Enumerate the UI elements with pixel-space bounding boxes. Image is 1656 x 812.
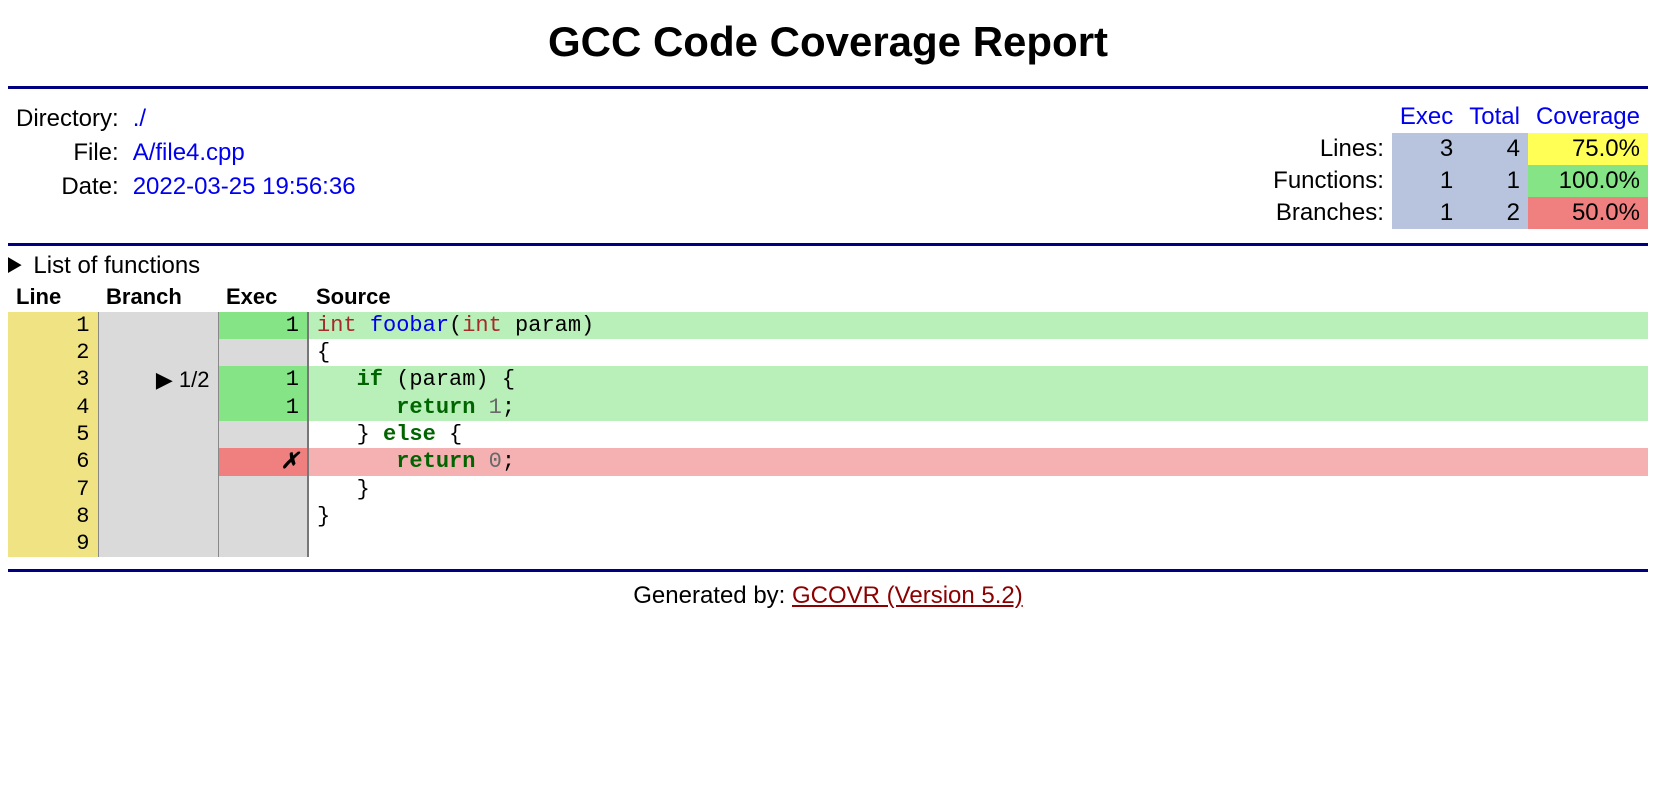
summary-total: 1 <box>1461 165 1528 197</box>
summary-section: Directory: ./ File: A/file4.cpp Date: 20… <box>8 89 1648 243</box>
exec-count: ✗ <box>218 448 308 476</box>
col-header-exec: Exec <box>218 282 308 312</box>
line-number: 3 <box>8 366 98 394</box>
summary-row-label: Lines: <box>1265 133 1392 165</box>
summary-row: Functions:11100.0% <box>1265 165 1648 197</box>
meta-block: Directory: ./ File: A/file4.cpp Date: 20… <box>8 101 364 229</box>
summary-row-label: Branches: <box>1265 197 1392 229</box>
branch-cell <box>98 421 218 448</box>
summary-row: Lines:3475.0% <box>1265 133 1648 165</box>
summary-header-coverage: Coverage <box>1528 101 1648 133</box>
directory-value: ./ <box>127 103 362 135</box>
col-header-source: Source <box>308 282 1648 312</box>
line-number: 7 <box>8 476 98 503</box>
source-line: 2{ <box>8 339 1648 366</box>
summary-row-label: Functions: <box>1265 165 1392 197</box>
exec-count: 1 <box>218 366 308 394</box>
line-number: 2 <box>8 339 98 366</box>
summary-total: 2 <box>1461 197 1528 229</box>
exec-count <box>218 476 308 503</box>
summary-total: 4 <box>1461 133 1528 165</box>
branch-cell <box>98 394 218 421</box>
date-value: 2022-03-25 19:56:36 <box>127 171 362 203</box>
line-number: 4 <box>8 394 98 421</box>
source-line: 9 <box>8 530 1648 557</box>
functions-toggle[interactable]: List of functions <box>8 252 1648 280</box>
source-listing: Line Branch Exec Source 11int foobar(int… <box>8 282 1648 557</box>
summary-coverage: 100.0% <box>1528 165 1648 197</box>
summary-header-total: Total <box>1461 101 1528 133</box>
source-line: 4 1 return 1; <box>8 394 1648 421</box>
summary-coverage: 75.0% <box>1528 133 1648 165</box>
exec-count: 1 <box>218 312 308 339</box>
line-number: 9 <box>8 530 98 557</box>
source-code: } <box>308 503 1648 530</box>
summary-coverage: 50.0% <box>1528 197 1648 229</box>
line-number: 5 <box>8 421 98 448</box>
source-code <box>308 530 1648 557</box>
branch-cell <box>98 530 218 557</box>
directory-label: Directory: <box>10 103 125 135</box>
divider <box>8 569 1648 572</box>
source-line: 8} <box>8 503 1648 530</box>
gcovr-link[interactable]: GCOVR (Version 5.2) <box>792 582 1023 609</box>
exec-count: 1 <box>218 394 308 421</box>
line-number: 6 <box>8 448 98 476</box>
branch-cell <box>98 448 218 476</box>
branch-cell <box>98 339 218 366</box>
source-code: } <box>308 476 1648 503</box>
branch-cell[interactable]: ▶ 1/2 <box>98 366 218 394</box>
source-line: 11int foobar(int param) <box>8 312 1648 339</box>
file-label: File: <box>10 137 125 169</box>
source-line: 6 ✗ return 0; <box>8 448 1648 476</box>
page-title: GCC Code Coverage Report <box>8 18 1648 66</box>
generated-by-label: Generated by: <box>633 582 792 609</box>
col-header-line: Line <box>8 282 98 312</box>
divider <box>8 243 1648 246</box>
source-line: 7 } <box>8 476 1648 503</box>
exec-count <box>218 421 308 448</box>
source-line: 5 } else { <box>8 421 1648 448</box>
branch-cell <box>98 312 218 339</box>
exec-count <box>218 339 308 366</box>
summary-exec: 1 <box>1392 165 1461 197</box>
line-number: 1 <box>8 312 98 339</box>
col-header-branch: Branch <box>98 282 218 312</box>
source-code: if (param) { <box>308 366 1648 394</box>
summary-header-exec: Exec <box>1392 101 1461 133</box>
exec-count <box>218 530 308 557</box>
file-link[interactable]: A/file4.cpp <box>133 139 245 166</box>
footer: Generated by: GCOVR (Version 5.2) <box>8 582 1648 610</box>
source-code: { <box>308 339 1648 366</box>
summary-exec: 3 <box>1392 133 1461 165</box>
summary-row: Branches:1250.0% <box>1265 197 1648 229</box>
source-line: 3▶ 1/21 if (param) { <box>8 366 1648 394</box>
line-number: 8 <box>8 503 98 530</box>
source-code: } else { <box>308 421 1648 448</box>
functions-toggle-label: List of functions <box>33 252 200 279</box>
source-code: return 0; <box>308 448 1648 476</box>
branch-cell <box>98 476 218 503</box>
date-label: Date: <box>10 171 125 203</box>
branch-cell <box>98 503 218 530</box>
summary-exec: 1 <box>1392 197 1461 229</box>
source-code: return 1; <box>308 394 1648 421</box>
coverage-summary-table: Exec Total Coverage Lines:3475.0%Functio… <box>1265 101 1648 229</box>
source-code: int foobar(int param) <box>308 312 1648 339</box>
exec-count <box>218 503 308 530</box>
